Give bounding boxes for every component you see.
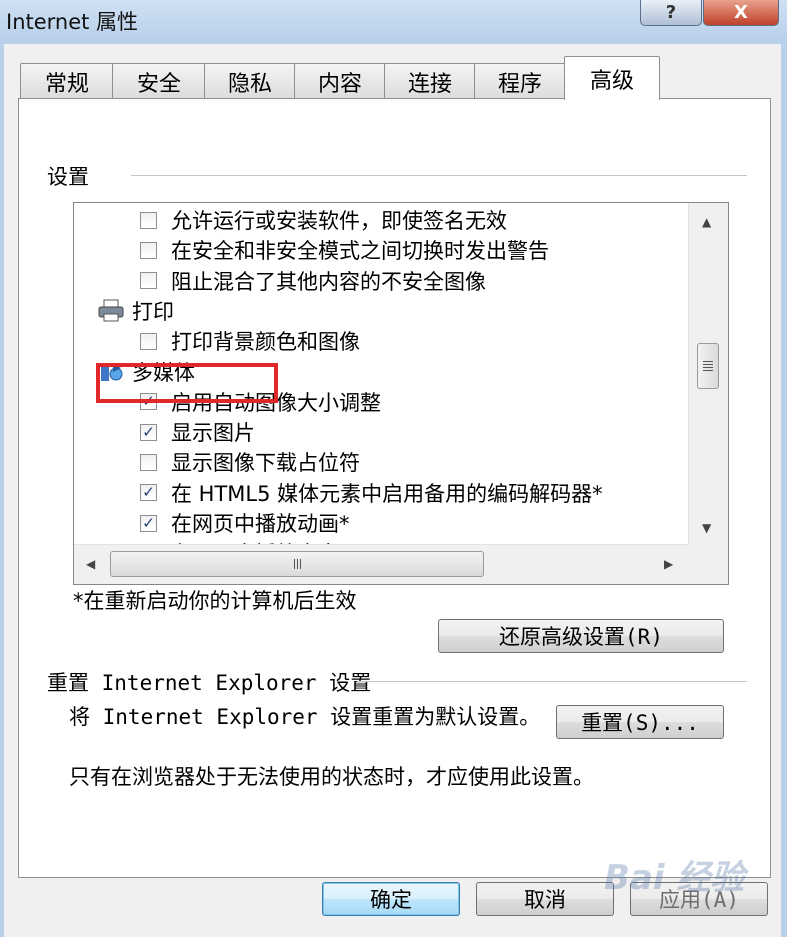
tab-connections[interactable]: 连接 bbox=[384, 63, 476, 99]
help-icon: ? bbox=[665, 2, 677, 23]
reset-warning: 只有在浏览器处于无法使用的状态时，才应使用此设置。 bbox=[69, 765, 594, 789]
settings-checkbox-item[interactable]: 显示图像下载占位符 bbox=[140, 447, 360, 477]
scroll-down-icon[interactable]: ▼ bbox=[702, 521, 711, 535]
scroll-left-icon[interactable]: ◀ bbox=[86, 557, 95, 571]
restore-advanced-settings-button[interactable]: 还原高级设置(R) bbox=[438, 619, 724, 653]
tab-label: 连接 bbox=[407, 71, 452, 97]
tab-advanced[interactable]: 高级 bbox=[564, 56, 660, 100]
settings-item-label: 在安全和非安全模式之间切换时发出警告 bbox=[171, 239, 549, 264]
settings-checkbox-item[interactable]: 在安全和非安全模式之间切换时发出警告 bbox=[140, 235, 549, 265]
tab-programs[interactable]: 程序 bbox=[474, 63, 566, 99]
tab-content[interactable]: 内容 bbox=[294, 63, 386, 99]
advanced-tab-panel: 设置 允许运行或安装软件，即使签名无效在安全和非安全模式之间切换时发出警告 阻止混… bbox=[18, 98, 771, 878]
settings-checkbox-item[interactable]: 允许运行或安装软件，即使签名无效 bbox=[140, 205, 507, 235]
group-divider bbox=[131, 175, 747, 176]
settings-item-label: 打印背景颜色和图像 bbox=[171, 330, 360, 355]
close-icon: X bbox=[734, 2, 748, 23]
vertical-scroll-thumb[interactable] bbox=[697, 343, 719, 389]
settings-checkbox-item[interactable]: ✓ 在 HTML5 媒体元素中启用备用的编码解码器* bbox=[140, 478, 603, 508]
horizontal-scrollbar[interactable]: ◀ ▶ bbox=[74, 544, 688, 584]
group-divider bbox=[357, 681, 747, 682]
reset-group-label: 重置 Internet Explorer 设置 bbox=[47, 667, 378, 697]
settings-category[interactable]: 打印 bbox=[96, 296, 174, 326]
vertical-scrollbar[interactable]: ▲ ▼ bbox=[688, 203, 728, 544]
checkbox[interactable] bbox=[140, 332, 157, 350]
checkbox[interactable]: ✓ bbox=[140, 484, 157, 502]
checkbox[interactable] bbox=[140, 211, 157, 229]
settings-item-label: 打印 bbox=[132, 299, 174, 324]
settings-checkbox-item[interactable]: 阻止混合了其他内容的不安全图像 bbox=[140, 266, 486, 296]
checkbox[interactable]: ✓ bbox=[140, 514, 157, 532]
cancel-button[interactable]: 取消 bbox=[476, 882, 614, 916]
window-title: Internet 属性 bbox=[6, 10, 139, 34]
annotation-highlight bbox=[96, 363, 278, 403]
settings-checkbox-item[interactable]: ✓ 显示图片 bbox=[140, 417, 255, 447]
checkbox[interactable]: ✓ bbox=[140, 423, 157, 441]
settings-item-label: 显示图片 bbox=[171, 421, 255, 446]
tab-label: 常规 bbox=[44, 71, 89, 97]
tab-label: 安全 bbox=[136, 71, 181, 97]
tab-privacy[interactable]: 隐私 bbox=[204, 63, 296, 99]
settings-checkbox-item[interactable]: ✓ 在网页中播放动画* bbox=[140, 508, 350, 538]
tab-general[interactable]: 常规 bbox=[20, 63, 114, 99]
checkbox[interactable] bbox=[140, 241, 157, 259]
restart-note: *在重新启动你的计算机后生效 bbox=[73, 589, 357, 613]
tab-label: 高级 bbox=[589, 68, 634, 94]
tab-label: 内容 bbox=[317, 71, 362, 97]
tab-security[interactable]: 安全 bbox=[112, 63, 206, 99]
settings-item-label: 在 HTML5 媒体元素中启用备用的编码解码器* bbox=[171, 481, 603, 506]
settings-item-label: 在网页中播放动画* bbox=[171, 512, 350, 536]
watermark: Bai 经验 bbox=[604, 858, 745, 898]
title-bar: Internet 属性 ? X bbox=[0, 0, 787, 44]
checkbox[interactable] bbox=[140, 272, 157, 290]
settings-checkbox-item[interactable]: 打印背景颜色和图像 bbox=[140, 326, 360, 356]
settings-item-label: 显示图像下载占位符 bbox=[171, 451, 360, 476]
settings-item-label: 允许运行或安装软件，即使签名无效 bbox=[171, 209, 507, 233]
grip-icon bbox=[293, 559, 301, 569]
horizontal-scroll-thumb[interactable] bbox=[110, 551, 484, 577]
help-button[interactable]: ? bbox=[640, 0, 702, 26]
reset-description: 将 Internet Explorer 设置重置为默认设置。 bbox=[69, 705, 541, 729]
tab-label: 隐私 bbox=[227, 71, 272, 97]
printer-icon bbox=[96, 298, 126, 324]
settings-group-label: 设置 bbox=[47, 161, 95, 191]
scrollbar-corner bbox=[688, 544, 728, 584]
close-button[interactable]: X bbox=[703, 0, 779, 26]
tab-label: 程序 bbox=[497, 71, 542, 97]
settings-item-label: 阻止混合了其他内容的不安全图像 bbox=[171, 269, 486, 294]
scroll-right-icon[interactable]: ▶ bbox=[664, 557, 673, 571]
checkbox[interactable] bbox=[140, 453, 157, 471]
dialog-body: 常规 安全 隐私 内容 连接 程序 高级 设置 允许运行或安装软件，即使签名无效… bbox=[4, 44, 781, 937]
ok-button[interactable]: 确定 bbox=[322, 882, 460, 916]
scroll-up-icon[interactable]: ▲ bbox=[702, 215, 711, 229]
grip-icon bbox=[703, 361, 713, 371]
reset-button[interactable]: 重置(S)... bbox=[556, 705, 724, 739]
